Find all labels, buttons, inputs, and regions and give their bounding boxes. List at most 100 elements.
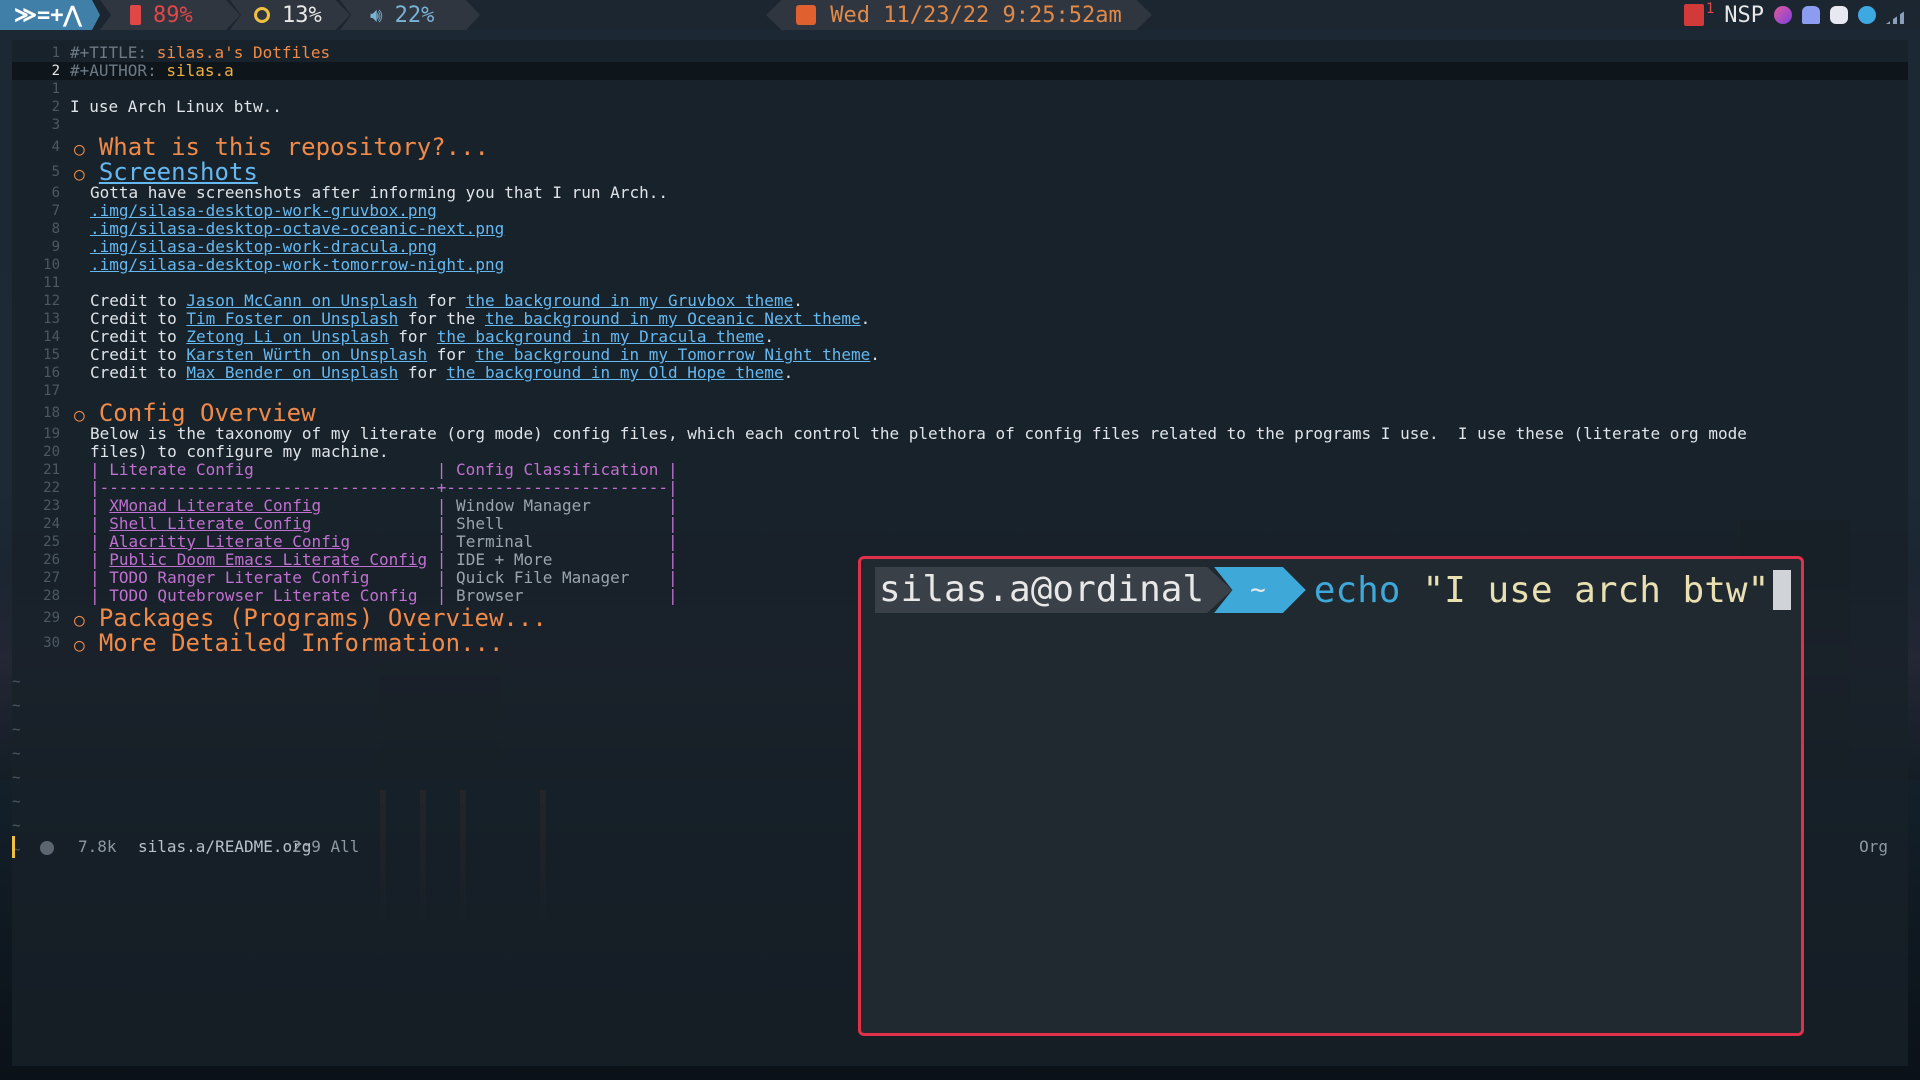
buffer-line[interactable]: 11 (12, 274, 1908, 292)
org-link[interactable]: Karsten Würth on Unsplash (186, 345, 427, 364)
buffer-line[interactable]: 16 Credit to Max Bender on Unsplash for t… (12, 364, 1908, 382)
org-link[interactable]: Zetong Li on Unsplash (186, 327, 388, 346)
buffer-line[interactable]: 22 |-----------------------------------+-… (12, 479, 1908, 497)
tilde-marker: ~ (12, 818, 21, 834)
buffer-line[interactable]: 15 Credit to Karsten Würth on Unsplash fo… (12, 346, 1908, 364)
buffer-line[interactable]: 23 | XMonad Literate Config | Window Mana… (12, 497, 1908, 515)
line-number: 23 (43, 498, 60, 514)
org-link[interactable]: Max Bender on Unsplash (186, 363, 398, 382)
text-span: for (427, 345, 476, 364)
line-text: #+AUTHOR: silas.a (70, 62, 234, 80)
buffer-line[interactable]: 6 Gotta have screenshots after informing … (12, 184, 1908, 202)
buffer-line[interactable]: 19 Below is the taxonomy of my literate (… (12, 425, 1908, 443)
org-link[interactable]: the background in my Gruvbox theme (466, 291, 794, 310)
line-text: | Alacritty Literate Config | Terminal | (90, 533, 678, 551)
org-heading-line[interactable]: 18 ○ Config Overview (12, 400, 1908, 426)
heading-bullet-icon[interactable]: ○ (74, 610, 85, 631)
terminal-window[interactable]: silas.a@ordinal ~ echo "I use arch btw" (858, 556, 1804, 1036)
line-text: .img/silasa-desktop-octave-oceanic-next.… (90, 220, 504, 238)
battery-widget[interactable]: 89% (100, 0, 240, 30)
shell-prompt[interactable]: silas.a@ordinal ~ echo "I use arch btw" (875, 567, 1792, 613)
brightness-widget[interactable]: 13% (230, 0, 350, 30)
org-heading-line[interactable]: 4 ○ What is this repository?... (12, 134, 1908, 160)
org-heading-line[interactable]: 5 ○ Screenshots (12, 159, 1908, 185)
text-span: I use Arch Linux btw.. (70, 97, 282, 116)
battery-level: 89% (153, 2, 193, 28)
heading-bullet-icon[interactable]: ○ (74, 405, 85, 426)
line-number: 6 (51, 185, 60, 201)
buffer-line[interactable]: 20 files) to configure my machine. (12, 443, 1908, 461)
heading-bullet-icon[interactable]: ○ (74, 139, 85, 160)
heading-text: Packages (Programs) Overview... (98, 604, 547, 632)
buffer-line[interactable]: 3 (12, 116, 1908, 134)
buffer-line[interactable]: 9 .img/silasa-desktop-work-dracula.png (12, 238, 1908, 256)
line-number: 16 (43, 365, 60, 381)
buffer-line[interactable]: 24 | Shell Literate Config | Shell | (12, 515, 1908, 533)
volume-widget[interactable]: 🔊︎ 22% (340, 0, 480, 30)
text-span: for (388, 327, 437, 346)
buffer-line[interactable]: 8 .img/silasa-desktop-octave-oceanic-next… (12, 220, 1908, 238)
notifications-icon[interactable] (1683, 4, 1704, 26)
buffer-line[interactable]: 2 I use Arch Linux btw.. (12, 98, 1908, 116)
line-text: Credit to Jason McCann on Unsplash for t… (90, 292, 803, 310)
org-link[interactable]: Jason McCann on Unsplash (186, 291, 417, 310)
line-number: 5 (51, 164, 60, 180)
org-link[interactable]: .img/silasa-desktop-work-tomorrow-night.… (90, 255, 504, 274)
org-link[interactable]: XMonad Literate Config (109, 496, 321, 515)
org-link[interactable]: Shell Literate Config (109, 514, 311, 533)
major-mode[interactable]: Org (1859, 834, 1888, 860)
buffer-line[interactable]: 2 #+AUTHOR: silas.a (12, 62, 1908, 80)
heading-bullet-icon[interactable]: ○ (74, 635, 85, 656)
tilde-marker: ~ (12, 722, 21, 738)
text-span: | (350, 532, 457, 551)
org-link[interactable]: the background in my Tomorrow Night them… (475, 345, 870, 364)
buffer-filename[interactable]: silas.a/README.org (138, 834, 311, 860)
text-span: . (870, 345, 880, 364)
buffer-line[interactable]: 1 #+TITLE: silas.a's Dotfiles (12, 44, 1908, 62)
buffer-line[interactable]: 14 Credit to Zetong Li on Unsplash for th… (12, 328, 1908, 346)
workspace-logo[interactable]: ≫=+⋀ (0, 0, 100, 30)
ghost-tray-icon[interactable] (1802, 6, 1820, 24)
org-link[interactable]: Tim Foster on Unsplash (186, 309, 398, 328)
org-link[interactable]: .img/silasa-desktop-octave-oceanic-next.… (90, 219, 504, 238)
line-number: 17 (43, 383, 60, 399)
buffer-line[interactable]: 12 Credit to Jason McCann on Unsplash for… (12, 292, 1908, 310)
org-link[interactable]: the background in my Dracula theme (437, 327, 765, 346)
clock-widget[interactable]: Wed 11/23/22 9:25:52am (766, 0, 1152, 30)
org-link[interactable]: .img/silasa-desktop-work-dracula.png (90, 237, 437, 256)
line-text: I use Arch Linux btw.. (70, 98, 282, 116)
buffer-line[interactable]: 17 (12, 382, 1908, 400)
telegram-tray-icon[interactable] (1858, 6, 1876, 24)
browser-tray-icon[interactable] (1774, 6, 1792, 24)
text-span: for the (398, 309, 485, 328)
line-text: Credit to Max Bender on Unsplash for the… (90, 364, 793, 382)
buffer-line[interactable]: 21 | Literate Config | Config Classificat… (12, 461, 1908, 479)
buffer-line[interactable]: 25 | Alacritty Literate Config | Terminal… (12, 533, 1908, 551)
buffer-line[interactable]: 1 (12, 80, 1908, 98)
text-span: | (321, 496, 457, 515)
org-link[interactable]: Alacritty Literate Config (109, 532, 350, 551)
buffer-line[interactable]: 13 Credit to Tim Foster on Unsplash for t… (12, 310, 1908, 328)
signal-icon[interactable] (1886, 6, 1912, 24)
status-bar: ≫=+⋀ 89% 13% 🔊︎ 22% Wed 11/23/22 9:25:52… (0, 0, 1920, 30)
text-span: | (504, 514, 678, 533)
line-text: .img/silasa-desktop-work-tomorrow-night.… (90, 256, 504, 274)
prompt-user-host: silas.a@ordinal (875, 567, 1233, 613)
buffer-line[interactable]: 7 .img/silasa-desktop-work-gruvbox.png (12, 202, 1908, 220)
line-number: 15 (43, 347, 60, 363)
line-number: 2 (51, 99, 60, 115)
heading-text: What is this repository?... (98, 133, 489, 161)
text-span: Credit to (90, 291, 187, 310)
heading-bullet-icon[interactable]: ○ (74, 164, 85, 185)
org-link[interactable]: .img/silasa-desktop-work-gruvbox.png (90, 201, 437, 220)
discord-tray-icon[interactable] (1830, 6, 1848, 24)
org-link[interactable]: the background in my Old Hope theme (446, 363, 783, 382)
org-link[interactable]: Public Doom Emacs Literate Config (109, 550, 427, 569)
line-text: #+TITLE: silas.a's Dotfiles (70, 44, 330, 62)
line-text: | TODO Qutebrowser Literate Config | Bro… (90, 587, 678, 605)
buffer-line[interactable]: 10 .img/silasa-desktop-work-tomorrow-nigh… (12, 256, 1908, 274)
workspace-label[interactable]: NSP (1724, 3, 1764, 28)
heading-text[interactable]: Screenshots (99, 158, 258, 186)
volume-level: 22% (394, 2, 435, 28)
org-link[interactable]: the background in my Oceanic Next theme (485, 309, 861, 328)
